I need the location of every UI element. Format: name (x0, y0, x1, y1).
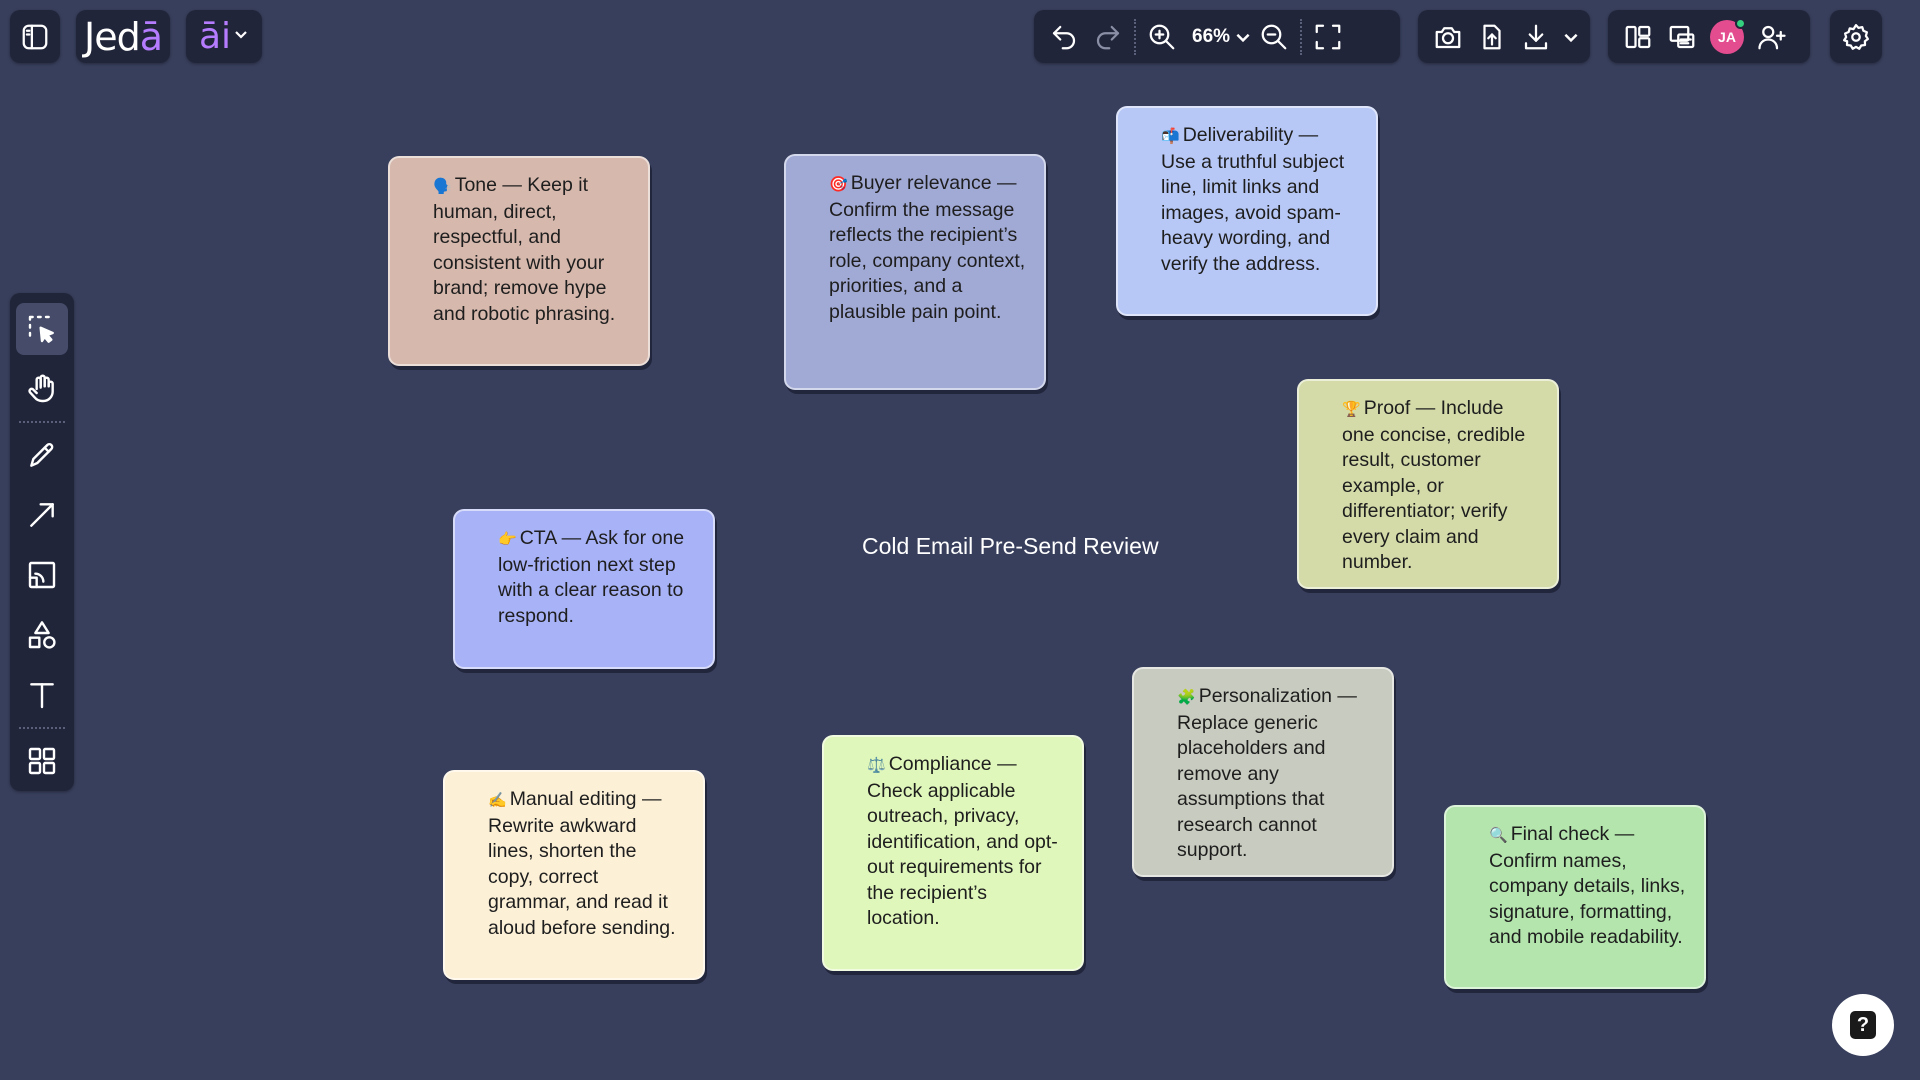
pointing-hand-icon: 👉 (498, 531, 517, 548)
divider (19, 727, 65, 729)
grid-icon (28, 747, 56, 775)
note-text: Compliance — Check applicable outreach, … (867, 753, 1058, 929)
divider (1300, 18, 1303, 55)
sticky-note-buyer-relevance[interactable]: 🎯 Buyer relevance — Confirm the message r… (784, 154, 1046, 390)
speaking-head-icon: 🗣️ (433, 178, 452, 195)
help-button[interactable]: ? (1832, 994, 1894, 1056)
zoom-out-button[interactable] (1252, 15, 1296, 59)
pencil-icon (30, 442, 54, 467)
note-text: Deliverability — Use a truthful subject … (1161, 124, 1345, 275)
sticky-note-compliance[interactable]: ⚖️ Compliance — Check applicable outreach… (822, 735, 1084, 971)
presentation-icon (1669, 25, 1695, 48)
puzzle-piece-icon: 🧩 (1177, 689, 1196, 706)
layout-panels-button[interactable] (1616, 15, 1660, 59)
shapes-tool[interactable] (16, 609, 68, 661)
brand-logo[interactable]: Jedā (76, 10, 170, 63)
help-icon: ? (1850, 1011, 1876, 1039)
sticky-note-personalization[interactable]: 🧩 Personalization — Replace generic place… (1132, 667, 1394, 877)
arrow-tool[interactable] (16, 489, 68, 541)
add-user-icon (1758, 25, 1786, 49)
ai-label: āi (198, 16, 232, 57)
sidebar-toggle-button[interactable] (10, 10, 60, 63)
text-icon (30, 683, 54, 709)
pan-tool[interactable] (16, 363, 68, 415)
drawing-tools-toolbar (10, 293, 74, 791)
camera-icon (1435, 26, 1461, 48)
zoom-in-icon (1149, 24, 1175, 49)
avatar[interactable]: JA (1710, 17, 1746, 54)
divider (1134, 18, 1136, 55)
image-frame-tool[interactable] (16, 549, 68, 601)
settings-button[interactable] (1830, 10, 1882, 63)
gear-icon (1834, 15, 1878, 59)
note-text: CTA — Ask for one low-friction next step… (498, 527, 685, 627)
sticky-note-manual-editing[interactable]: ✍️ Manual editing — Rewrite awkward lines… (443, 770, 705, 980)
zoom-dropdown-chevron-icon[interactable] (1234, 28, 1252, 46)
whiteboard-canvas[interactable]: Jedā āi 66% JA Cold Email Pre-Send Revie… (0, 0, 1920, 1080)
brand-wordmark: Jedā (83, 14, 163, 59)
pen-tool[interactable] (16, 429, 68, 481)
writing-hand-icon: ✍️ (488, 792, 507, 809)
target-icon: 🎯 (829, 176, 848, 193)
undo-button[interactable] (1042, 15, 1086, 59)
online-status-dot (1735, 17, 1746, 29)
zoom-level[interactable]: 66% (1192, 26, 1230, 48)
export-toolbar (1418, 10, 1590, 63)
ai-menu-button[interactable]: āi (186, 10, 262, 63)
upload-file-icon (1483, 24, 1501, 49)
screenshot-button[interactable] (1426, 15, 1470, 59)
note-text: Personalization — Replace generic placeh… (1177, 685, 1357, 861)
note-text: Buyer relevance — Confirm the message re… (829, 172, 1026, 323)
note-text: Manual editing — Rewrite awkward lines, … (488, 788, 676, 939)
frame-icon (28, 561, 56, 589)
undo-icon (1052, 25, 1076, 49)
fullscreen-icon (1315, 24, 1341, 49)
divider (19, 421, 65, 423)
chevron-down-icon (233, 26, 249, 47)
shapes-icon (28, 621, 56, 649)
note-text: Tone — Keep it human, direct, respectful… (433, 174, 616, 325)
balance-scale-icon: ⚖️ (867, 757, 886, 774)
redo-icon (1096, 25, 1120, 49)
layout-panels-icon (1625, 25, 1651, 48)
hand-icon (28, 374, 54, 403)
select-tool[interactable] (16, 303, 68, 355)
fit-to-screen-button[interactable] (1306, 15, 1350, 59)
present-button[interactable] (1660, 15, 1704, 59)
mailbox-icon: 📬 (1161, 128, 1180, 145)
upload-button[interactable] (1470, 15, 1514, 59)
templates-tool[interactable] (16, 735, 68, 787)
sticky-note-tone[interactable]: 🗣️ Tone — Keep it human, direct, respectf… (388, 156, 650, 366)
select-cursor-icon (28, 315, 54, 343)
history-zoom-toolbar: 66% (1034, 10, 1400, 63)
trophy-icon: 🏆 (1342, 401, 1361, 418)
note-text: Final check — Confirm names, company det… (1489, 823, 1686, 948)
invite-user-button[interactable] (1750, 15, 1794, 59)
download-button[interactable] (1514, 15, 1558, 59)
redo-button[interactable] (1086, 15, 1130, 59)
download-dropdown-chevron-icon[interactable] (1562, 28, 1580, 46)
zoom-in-button[interactable] (1140, 15, 1184, 59)
collaboration-toolbar: JA (1608, 10, 1810, 63)
board-title[interactable]: Cold Email Pre-Send Review (862, 533, 1159, 560)
download-icon (1524, 24, 1548, 49)
sidebar-panel-icon (13, 15, 57, 59)
sticky-note-deliverability[interactable]: 📬 Deliverability — Use a truthful subject… (1116, 106, 1378, 316)
text-tool[interactable] (16, 669, 68, 721)
sticky-note-proof[interactable]: 🏆 Proof — Include one concise, credible r… (1297, 379, 1559, 589)
note-text: Proof — Include one concise, credible re… (1342, 397, 1526, 573)
zoom-out-icon (1261, 24, 1287, 49)
arrow-icon (30, 503, 54, 527)
magnifying-glass-icon: 🔍 (1489, 827, 1508, 844)
sticky-note-final-check[interactable]: 🔍 Final check — Confirm names, company de… (1444, 805, 1706, 989)
sticky-note-cta[interactable]: 👉 CTA — Ask for one low-friction next ste… (453, 509, 715, 669)
